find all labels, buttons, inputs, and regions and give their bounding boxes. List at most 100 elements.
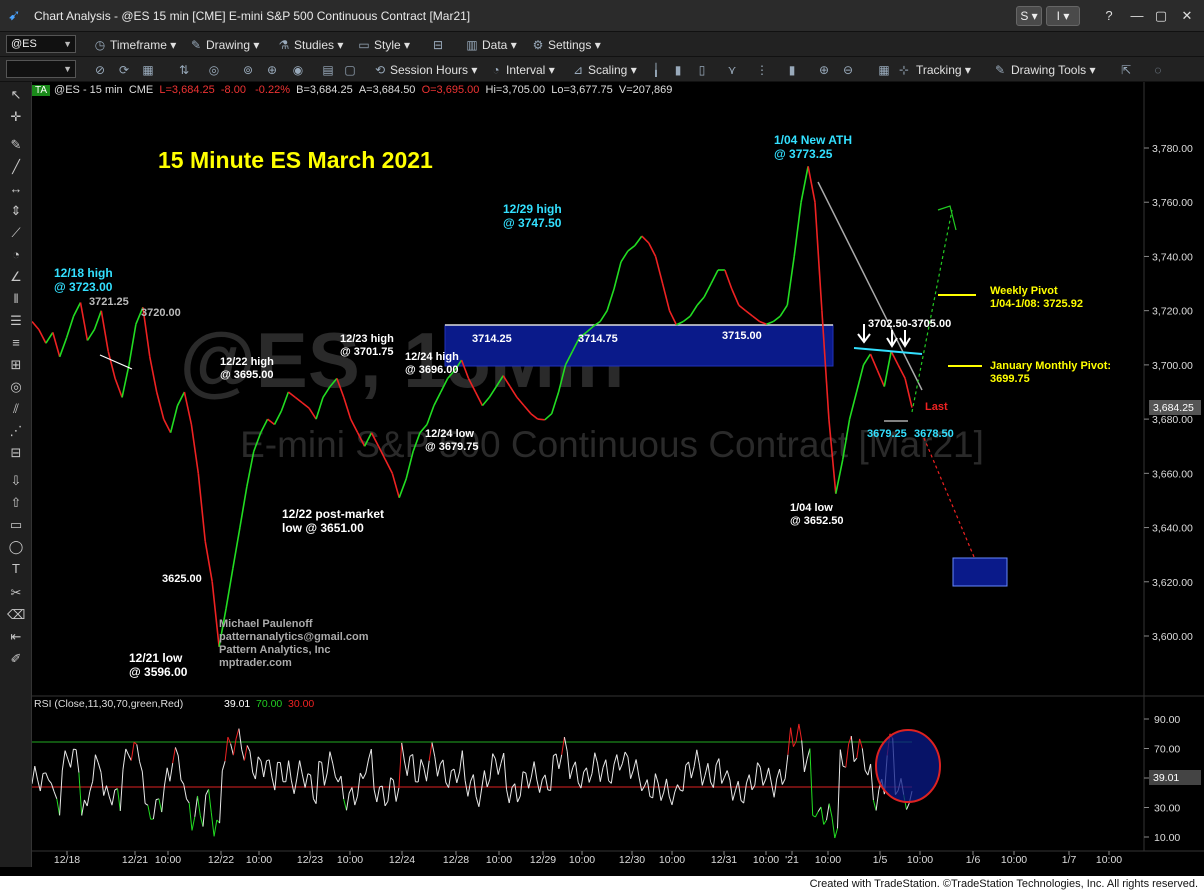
studies-menu[interactable]: Studies ▾ [294,37,343,53]
cycle-lines-icon[interactable]: ◔ [7,246,25,264]
speed-lines-icon[interactable]: ◎ [7,378,25,396]
maximize-icon[interactable]: ▢ [1152,8,1170,24]
drawing-menu[interactable]: Drawing ▾ [206,37,259,53]
small-trendline [99,354,133,370]
session-hours-menu[interactable]: Session Hours ▾ [390,62,477,78]
rsi-segment [826,803,830,821]
calendar-icon[interactable]: ▦ [140,62,156,78]
help-icon[interactable]: ? [1100,8,1118,24]
price-segment [530,413,539,420]
vertical-line-icon[interactable]: ⇕ [7,202,25,220]
rsi-segment [89,781,94,792]
arrow-up-icon[interactable]: ⇧ [7,494,25,512]
zoom-out-icon[interactable]: ⊖ [840,62,856,78]
rsi-segment [130,742,135,761]
fib-icon[interactable]: ☰ [7,312,25,330]
gann-icon[interactable]: ⊞ [7,356,25,374]
price-segment [72,302,82,317]
workspace-select[interactable]: ▼ [6,60,76,78]
symbol-input[interactable]: @ES ▼ [6,35,76,53]
layout-icon[interactable]: ⊟ [430,37,446,53]
scissors-icon[interactable]: ✂ [7,584,25,602]
arrow-line-icon[interactable]: ⟋ [7,224,25,242]
scaling-menu[interactable]: Scaling ▾ [588,62,637,78]
arrow-down-icon[interactable]: ⇩ [7,472,25,490]
ta-badge[interactable]: TA [32,85,51,96]
volume-icon[interactable]: ▮ [784,62,800,78]
angle-icon[interactable]: ∠ [7,268,25,286]
i-button[interactable]: I ▾ [1046,6,1080,26]
price-segment [239,486,248,528]
rsi-segment [122,748,127,770]
rsi-segment [301,774,306,788]
text-icon[interactable]: T [7,560,25,578]
export-icon[interactable]: ⇱ [1118,62,1134,78]
drawing-tools-menu[interactable]: Drawing Tools ▾ [1011,62,1096,78]
rsi-circle [875,729,941,803]
regression-icon[interactable]: ⋰ [7,422,25,440]
rsi-segment [715,758,720,766]
rsi-segment [514,783,518,803]
chat-icon[interactable]: ◌ [1150,62,1166,78]
rsi-segment [464,780,469,797]
rsi-segment [323,772,328,786]
crosshair-icon[interactable]: ✛ [7,108,25,126]
chart-area[interactable]: @ES, 15Min E-mini S&P 500 Continuous Con… [31,82,1204,867]
ellipse-icon[interactable]: ◯ [7,538,25,556]
line-icon[interactable]: ⋎ [724,62,740,78]
pen-tool-icon[interactable]: ✐ [7,650,25,668]
ann-1218-high-price: @ 3723.00 [54,280,113,294]
grid-small-icon[interactable]: ▤ [320,62,336,78]
rsi-segment [326,751,331,774]
time-tick-label: 12/22 [208,854,234,866]
grid-icon[interactable]: ▦ [876,62,892,78]
cycle-icon[interactable]: ◎ [206,62,222,78]
price-segment [93,310,103,330]
price-chart[interactable]: @ES, 15Min E-mini S&P 500 Continuous Con… [31,82,1204,867]
rsi-segment [395,787,400,802]
price-segment [86,329,96,341]
minimize-icon[interactable]: — [1128,8,1146,24]
fib-ext-icon[interactable]: ≡ [7,334,25,352]
settings-menu[interactable]: Settings ▾ [548,37,601,53]
rsi-segment [500,752,505,764]
trade-icon[interactable]: ⇅ [176,62,192,78]
s-button[interactable]: S ▾ [1016,6,1042,26]
eraser-icon[interactable]: ⌫ [7,606,25,624]
trendline-icon[interactable]: ╱ [7,158,25,176]
text-fib-icon[interactable]: ⊟ [7,444,25,462]
rsi-segment [417,759,422,783]
rectangle-icon[interactable]: ▭ [7,516,25,534]
hollow-candle-icon[interactable]: ▯ [694,62,710,78]
ann-1222-postmarket: 12/22 post-market [282,507,384,521]
bar-chart-icon[interactable]: ╽ [648,62,664,78]
replay-icon[interactable]: ⊚ [240,62,256,78]
snap-icon[interactable]: ⇤ [7,628,25,646]
pointer-icon[interactable]: ↖ [7,86,25,104]
pencil-icon[interactable]: ✎ [7,136,25,154]
scan-icon[interactable]: ⊕ [264,62,280,78]
refresh-icon[interactable]: ⟳ [116,62,132,78]
candle-icon[interactable]: ▮ [670,62,686,78]
tracking-menu[interactable]: Tracking ▾ [916,62,971,78]
data-menu[interactable]: Data ▾ [482,37,517,53]
window-icon[interactable]: ▢ [342,62,358,78]
style-menu[interactable]: Style ▾ [374,37,410,53]
price-segment [793,202,802,257]
price-segment [273,410,283,425]
header-ask: A=3,684.50 [358,84,416,96]
zoom-in-icon[interactable]: ⊕ [816,62,832,78]
vertical-bars-icon[interactable]: ‖ [7,290,25,308]
rsi-segment [163,767,168,787]
target-icon[interactable]: ◉ [290,62,306,78]
interval-menu[interactable]: Interval ▾ [506,62,555,78]
rsi-segment [497,763,502,775]
horizontal-line-icon[interactable]: ↔ [7,180,25,198]
close-icon[interactable]: ✕ [1178,8,1196,24]
price-segment [807,166,816,203]
link-icon[interactable]: ⊘ [92,62,108,78]
i-button-label: I [1056,9,1060,23]
dots-icon[interactable]: ⋮ [754,62,770,78]
timeframe-menu[interactable]: Timeframe ▾ [110,37,176,53]
channel-icon[interactable]: ⫽ [7,400,25,418]
